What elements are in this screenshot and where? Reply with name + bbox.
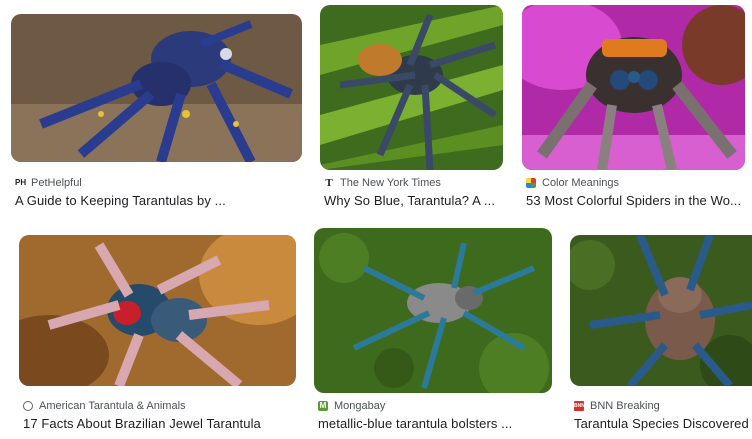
result-title-2[interactable]: Why So Blue, Tarantula? A ...	[324, 193, 509, 208]
result-title-4[interactable]: 17 Facts About Brazilian Jewel Tarantula	[23, 416, 303, 431]
result-source-6[interactable]: BNN BNN Breaking	[574, 400, 660, 412]
result-source-4[interactable]: American Tarantula & Animals	[23, 400, 186, 412]
source-name: PetHelpful	[31, 177, 82, 189]
globe-icon	[23, 401, 33, 411]
pethelpful-favicon-icon: PH	[15, 178, 27, 187]
result-title-5[interactable]: metallic-blue tarantula bolsters ...	[318, 416, 558, 431]
result-image-3[interactable]	[522, 5, 745, 170]
palette-icon	[526, 178, 536, 188]
result-source-3[interactable]: Color Meanings	[526, 177, 619, 189]
source-name: Mongabay	[334, 400, 386, 412]
result-image-1[interactable]	[11, 14, 302, 162]
result-image-5[interactable]	[314, 228, 552, 393]
source-name: The New York Times	[340, 177, 441, 189]
result-title-1[interactable]: A Guide to Keeping Tarantulas by ...	[15, 193, 305, 208]
result-image-6[interactable]	[570, 235, 752, 386]
source-name: American Tarantula & Animals	[39, 400, 186, 412]
source-name: BNN Breaking	[590, 400, 660, 412]
result-title-3[interactable]: 53 Most Colorful Spiders in the Wo...	[526, 193, 750, 208]
result-image-4[interactable]	[19, 235, 296, 386]
bnn-favicon-icon: BNN	[574, 401, 585, 411]
result-image-2[interactable]	[320, 5, 503, 170]
result-title-6[interactable]: Tarantula Species Discovered	[574, 416, 752, 431]
mongabay-favicon-icon: M	[318, 401, 328, 411]
source-name: Color Meanings	[542, 177, 620, 189]
result-source-5[interactable]: M Mongabay	[318, 400, 385, 412]
nyt-favicon-icon: T	[325, 177, 333, 189]
result-source-1[interactable]: PH PetHelpful	[15, 177, 82, 189]
result-source-2[interactable]: T The New York Times	[324, 177, 441, 189]
